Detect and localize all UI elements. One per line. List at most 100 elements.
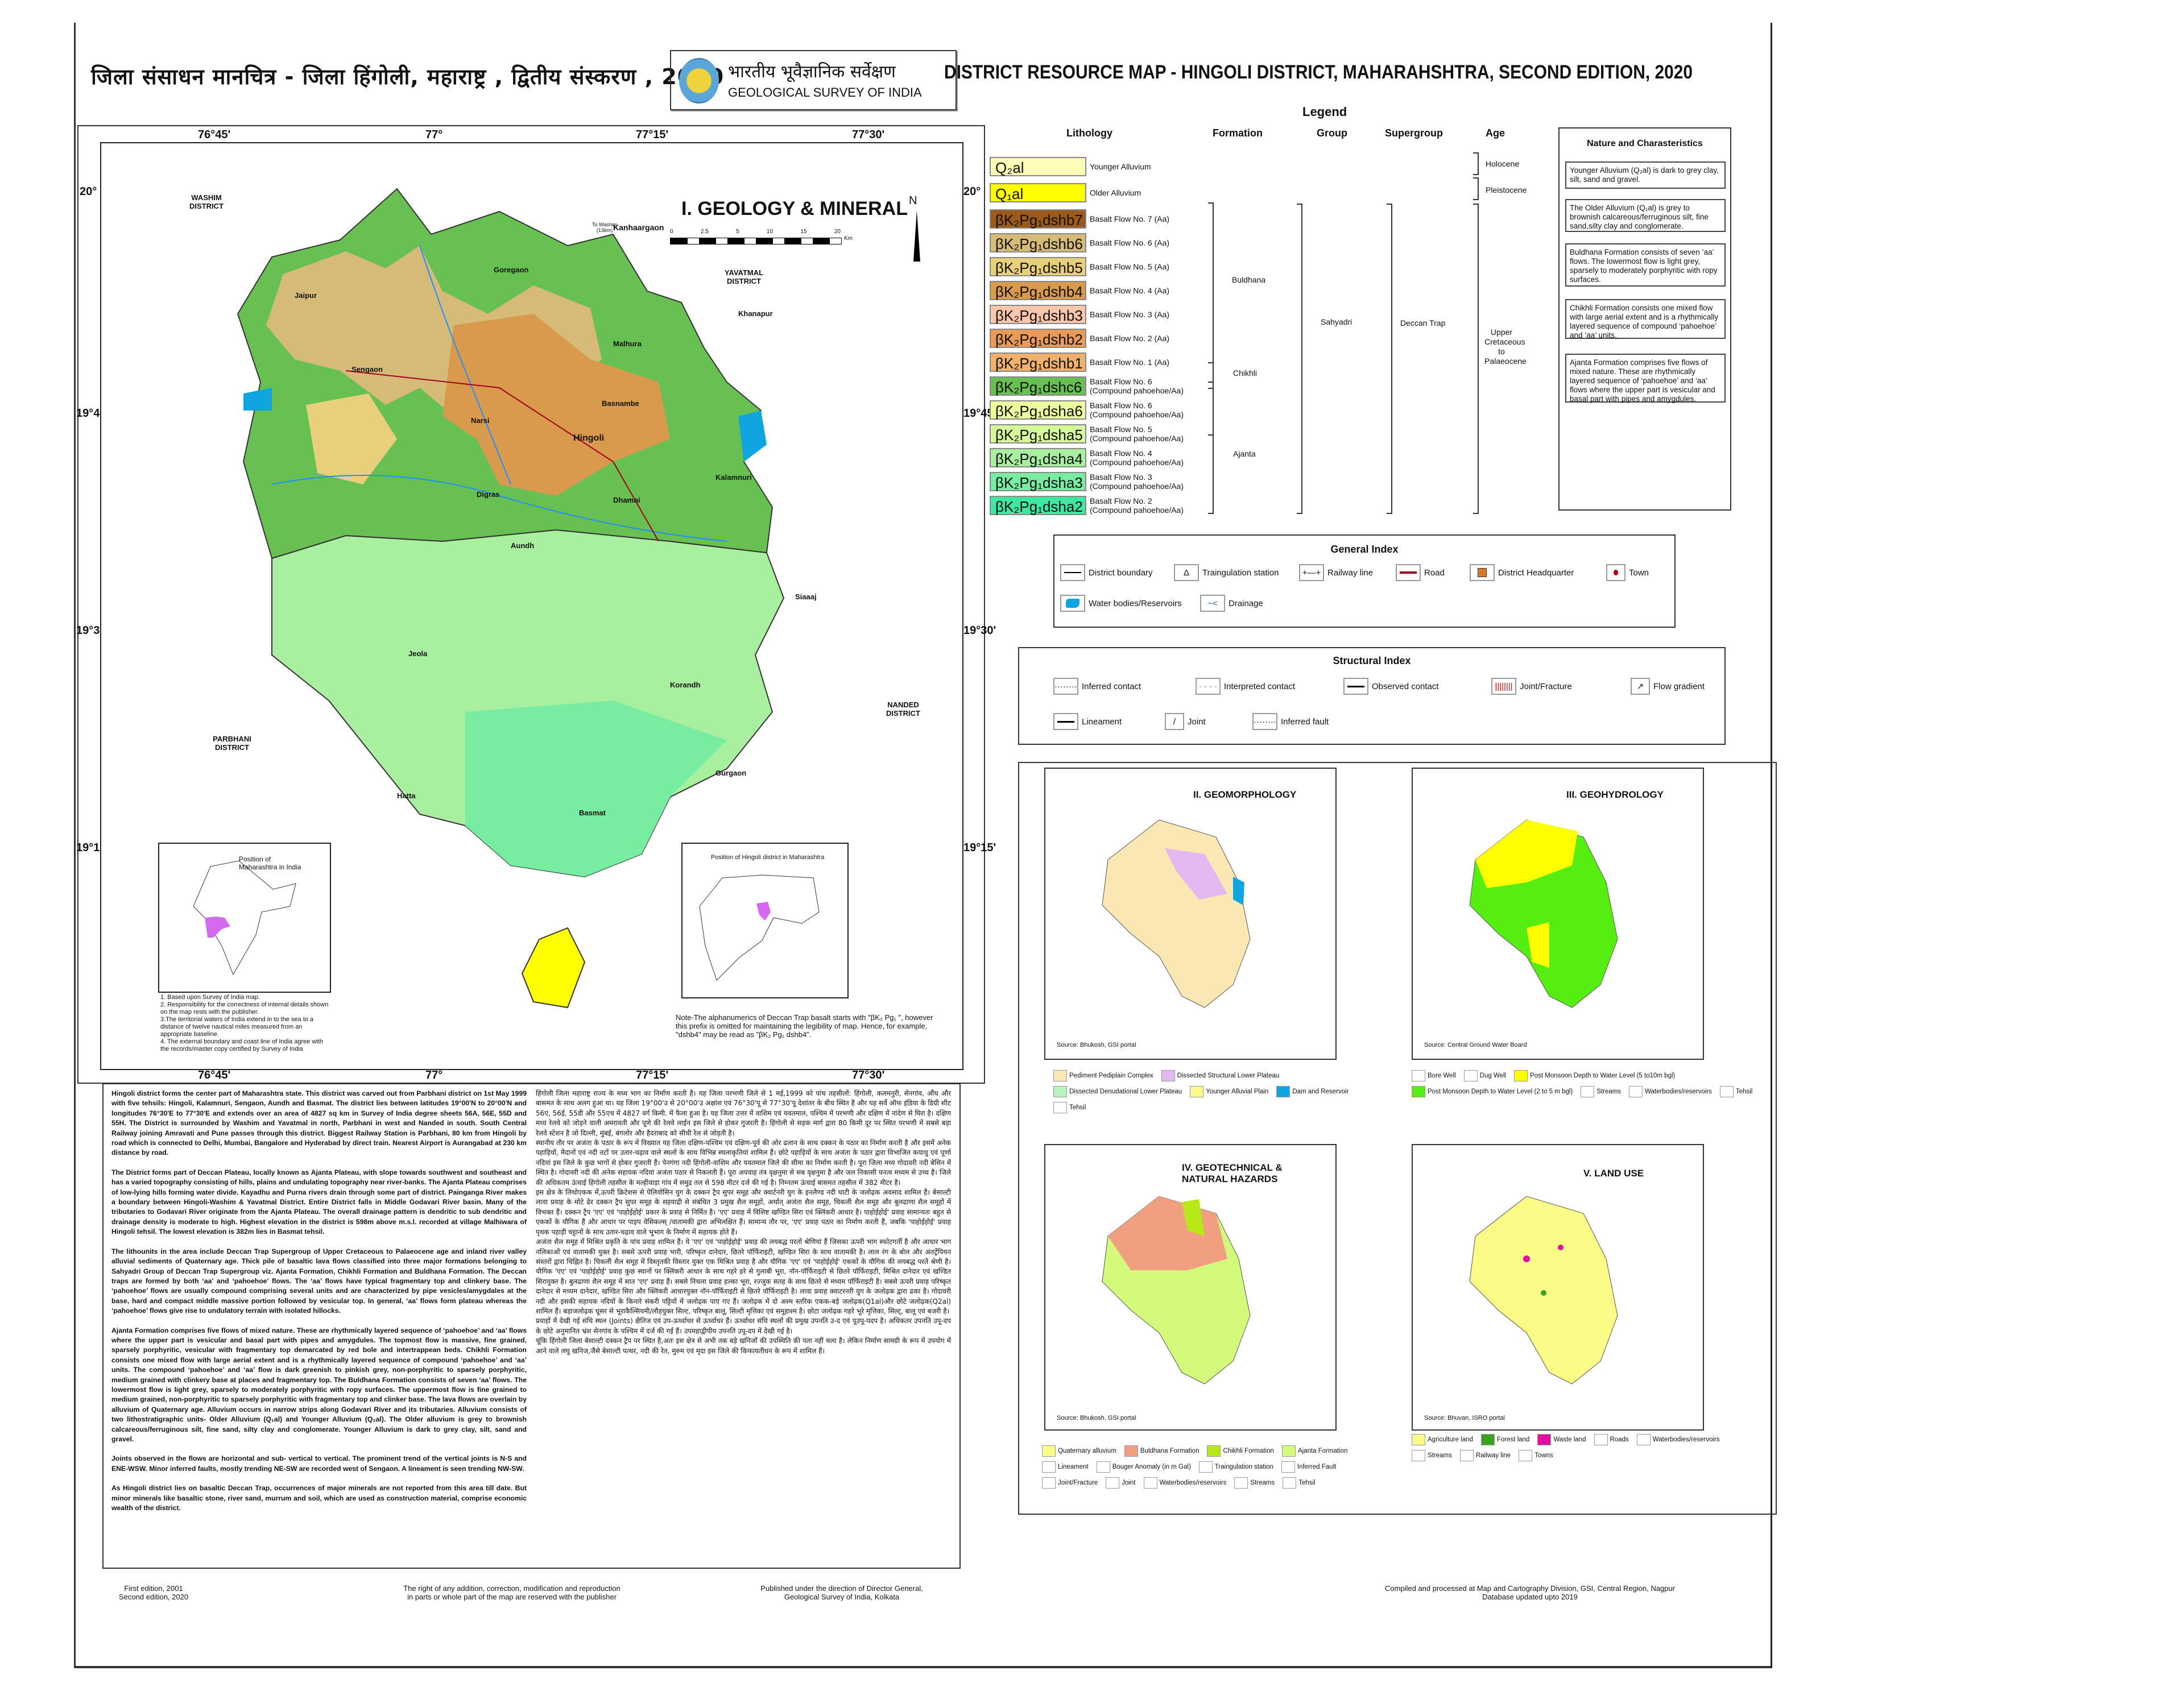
- bracket-pleistocene: [1473, 177, 1479, 200]
- footer-line: The right of any addition, correction, m…: [403, 1584, 621, 1593]
- lithology-item: βK₂Pg₁dshc6 Basalt Flow No. 6 (Compound p…: [990, 376, 1192, 396]
- lithology-item: βK₂Pg₁dsha4 Basalt Flow No. 4 (Compound p…: [990, 448, 1192, 467]
- legend-label: Post Monsoon Depth to Water Level (5 to1…: [1530, 1072, 1676, 1079]
- legend-label: Railway line: [1327, 567, 1374, 578]
- bracket-chikhli: [1208, 362, 1214, 383]
- lithology-swatch: βK₂Pg₁dshb2: [990, 329, 1086, 348]
- town-label[interactable]: Goregaon: [494, 266, 528, 274]
- town-label[interactable]: Digras: [477, 490, 499, 499]
- land-use-map[interactable]: V. LAND USE Source: Bhuvan, ISRO portal: [1412, 1144, 1704, 1431]
- lithology-label: Basalt Flow No. 5 (Aa): [1090, 262, 1170, 271]
- town-label[interactable]: Jeola: [408, 649, 427, 658]
- geohydrology-legend: Bore Well Dug Well Post Monsoon Depth to W…: [1412, 1070, 1753, 1097]
- legend-swatch-icon: [1042, 1477, 1056, 1489]
- description-hindi: हिंगोली जिला महाराष्ट्र राज्य के मध्य भा…: [536, 1089, 951, 1356]
- town-label[interactable]: Sengaon: [351, 365, 383, 374]
- town-label[interactable]: Kanhaargaon: [613, 223, 664, 232]
- scale-bar-labels: 0 2.5 5 10 15 20: [670, 229, 841, 235]
- lon-tick: 77°: [425, 1069, 443, 1081]
- legend-label: Inferred contact: [1082, 681, 1141, 691]
- inset-note: 4. The external boundary and coast line …: [160, 1038, 323, 1052]
- town-label[interactable]: Aundh: [511, 541, 534, 550]
- nature-item: Chikhli Formation consists one mixed flo…: [1565, 299, 1726, 339]
- geology-map-canvas[interactable]: I. GEOLOGY & MINERAL 0 2.5 5 10 15 20 Km…: [100, 142, 963, 1070]
- town-label[interactable]: Gurgaon: [715, 769, 746, 777]
- town-label[interactable]: Siaaaj: [795, 592, 817, 601]
- legend-swatch-icon: [1581, 1086, 1595, 1097]
- legend-inferred-fault: ········ Inferred fault: [1252, 713, 1329, 730]
- thematic-legend-item: Post Monsoon Depth to Water Level (2 to …: [1412, 1086, 1573, 1097]
- town-label[interactable]: Korandh: [670, 681, 700, 689]
- town-label[interactable]: Dhamni: [613, 496, 640, 504]
- district-label-nanded: NANDED DISTRICT: [886, 701, 920, 718]
- paragraph: चूंकि हिंगोली जिला बेसाल्टी दक्कन ट्रैप …: [536, 1337, 951, 1355]
- legend-joint-fracture: |||||||| Joint/Fracture: [1491, 678, 1572, 695]
- lithology-swatch: βK₂Pg₁dshb7: [990, 209, 1086, 229]
- town-label[interactable]: Khanapur: [738, 309, 773, 318]
- description-english: Hingoli district forms the center part o…: [111, 1089, 527, 1523]
- nature-title: Nature and Charasteristics: [1587, 139, 1703, 148]
- legend-swatch-icon: [1514, 1070, 1528, 1081]
- older-alluvium-patch: [521, 927, 586, 1009]
- triangulation-icon: Δ: [1174, 564, 1199, 581]
- inset-note: 2. Responsibility for the correctness of…: [160, 1001, 329, 1015]
- railway-icon: +—+: [1299, 564, 1324, 581]
- flow-gradient-icon: ↗: [1631, 678, 1650, 695]
- paragraph: The District forms part of Deccan Platea…: [111, 1168, 527, 1236]
- legend-swatch-icon: [1629, 1086, 1643, 1097]
- district-label-yavatmal: YAVATMAL DISTRICT: [724, 268, 764, 285]
- nature-item: Ajanta Formation comprises five flows of…: [1565, 354, 1726, 403]
- lithology-item: βK₂Pg₁dshb7 Basalt Flow No. 7 (Aa): [990, 209, 1192, 229]
- scale-label: 15: [800, 229, 807, 235]
- legend-swatch-icon: [1594, 1434, 1608, 1445]
- footer-line: in parts or whole part of the map are re…: [407, 1593, 617, 1601]
- nature-item: The Older Alluvium (Q₁al) is grey to bro…: [1565, 199, 1726, 232]
- legend-swatch-icon: [1096, 1461, 1110, 1473]
- age-pleistocene: Pleistocene: [1486, 185, 1527, 194]
- thematic-legend-item: Streams: [1234, 1477, 1275, 1489]
- geotechnical-svg: [1102, 1196, 1251, 1385]
- nature-item: Buldhana Formation consists of seven ‘aa…: [1565, 243, 1726, 287]
- legend-col-group: Group: [1317, 127, 1347, 139]
- thematic-legend-item: Bouger Anomaly (in m Gal): [1096, 1461, 1191, 1473]
- north-arrow-icon: N: [909, 194, 917, 207]
- town-label[interactable]: Kalamnuri: [715, 473, 752, 482]
- town-label[interactable]: Hatta: [397, 791, 416, 800]
- town-label[interactable]: Basmat: [579, 809, 606, 817]
- town-label[interactable]: Narsi: [471, 416, 490, 425]
- legend-road: Road: [1396, 564, 1445, 581]
- lithology-item: βK₂Pg₁dsha2 Basalt Flow No. 2 (Compound p…: [990, 496, 1192, 515]
- town-label-hq[interactable]: Hingoli: [573, 433, 604, 443]
- legend-swatch-icon: [1124, 1445, 1138, 1457]
- legend-district-hq: District Headquarter: [1470, 564, 1574, 581]
- lithology-swatch: βK₂Pg₁dsha4: [990, 448, 1086, 467]
- lithology-item: βK₂Pg₁dshb2 Basalt Flow No. 2 (Aa): [990, 329, 1192, 348]
- legend-label: Buldhana Formation: [1140, 1448, 1199, 1454]
- legend-label: Traingulation station: [1202, 567, 1279, 578]
- legend-label: Tehsil: [1735, 1088, 1753, 1095]
- lithology-swatch: βK₂Pg₁dshb4: [990, 281, 1086, 300]
- geomorphology-map[interactable]: II. GEOMORPHOLOGY Source: Bhukosh, GSI p…: [1044, 768, 1337, 1060]
- footer-line: Geological Survey of India, Kolkata: [784, 1593, 900, 1601]
- legend-swatch-icon: [1412, 1070, 1425, 1081]
- legend-swatch-icon: [1106, 1477, 1120, 1489]
- town-label[interactable]: Malhura: [613, 339, 642, 348]
- legend-label: Streams: [1250, 1479, 1275, 1486]
- legend-label: Waterbodies/reservoirs: [1159, 1479, 1227, 1486]
- thematic-legend-item: Forest land: [1480, 1434, 1529, 1445]
- lithology-label: Basalt Flow No. 7 (Aa): [1090, 214, 1170, 223]
- gsi-emblem-icon: [679, 58, 719, 103]
- thematic-legend-item: Bore Well: [1412, 1070, 1456, 1081]
- thematic-legend-item: Traingulation station: [1198, 1461, 1273, 1473]
- town-label[interactable]: Jaipur: [295, 291, 317, 300]
- geohydrology-map[interactable]: III. GEOHYDROLOGY Source: Central Ground…: [1412, 768, 1704, 1060]
- supergroup-deccan-trap: Deccan Trap: [1400, 318, 1446, 328]
- town-label[interactable]: Basnambe: [602, 399, 639, 408]
- lithology-item: βK₂Pg₁dshb4 Basalt Flow No. 4 (Aa): [990, 281, 1192, 300]
- thematic-legend-item: Tehsil: [1053, 1102, 1086, 1113]
- lithology-swatch: βK₂Pg₁dshb6: [990, 233, 1086, 252]
- lon-tick: 76°45': [198, 129, 231, 141]
- thematic-legend-item: Inferred Fault: [1281, 1461, 1336, 1473]
- geotechnical-map[interactable]: IV. GEOTECHNICAL & NATURAL HAZARDS Sourc…: [1044, 1144, 1337, 1431]
- scale-label: 2.5: [700, 229, 709, 235]
